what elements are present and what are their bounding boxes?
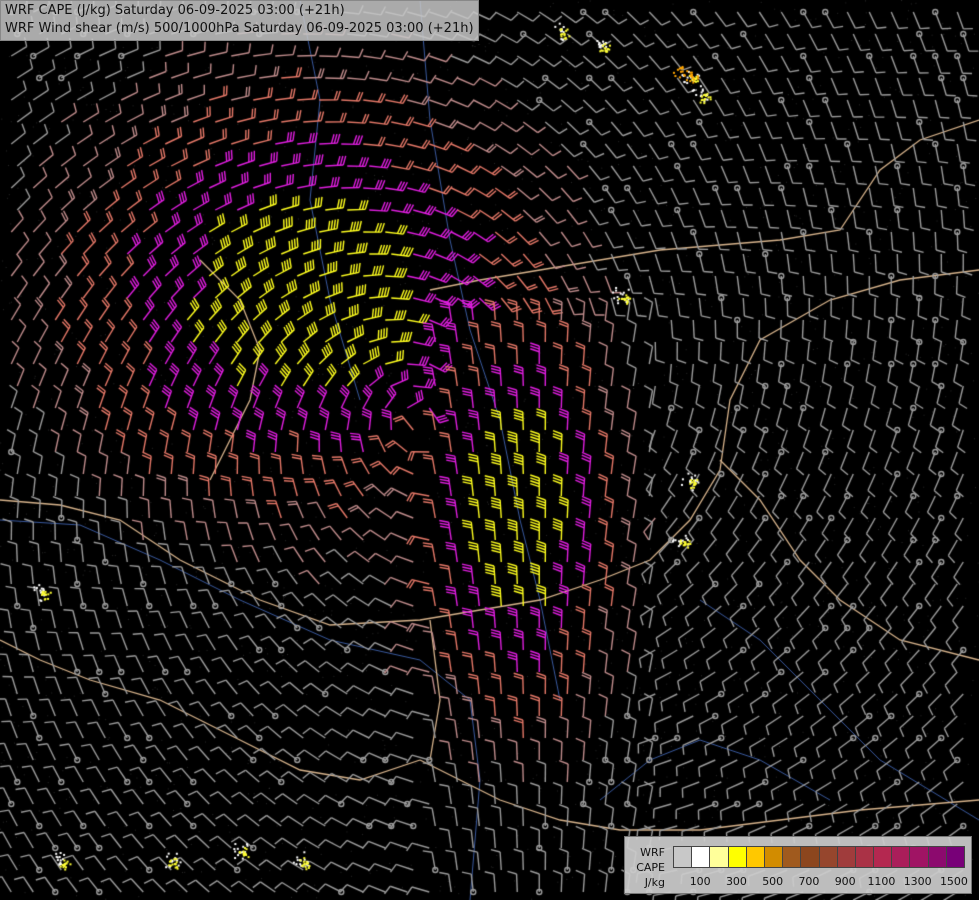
legend-swatch (837, 847, 856, 867)
legend-tick: 100 (689, 875, 711, 888)
legend-unit-label: J/kg (644, 876, 665, 889)
legend-swatch (928, 847, 947, 867)
legend-swatch (674, 847, 693, 867)
legend-swatch (892, 847, 911, 867)
map-title: WRF CAPE (J/kg) Saturday 06-09-2025 03:0… (0, 0, 479, 41)
legend-tick: 900 (834, 875, 856, 888)
legend-tick: 1100 (867, 875, 896, 888)
legend-tick: 500 (762, 875, 784, 888)
legend-tick: 1500 (939, 875, 968, 888)
legend-swatch (783, 847, 802, 867)
legend-variable-label: CAPE (636, 861, 665, 874)
legend-color-bar (673, 846, 965, 868)
legend-swatch (692, 847, 711, 867)
legend-swatch (855, 847, 875, 867)
legend-swatch (946, 847, 964, 867)
wind-shear-cape-map (0, 0, 979, 900)
shear-title: WRF Wind shear (m/s) 500/1000hPa Saturda… (5, 21, 474, 36)
legend-tick: 1300 (903, 875, 932, 888)
legend-model-label: WRF (640, 846, 665, 859)
legend-swatch (874, 847, 893, 867)
legend-swatch (764, 847, 784, 867)
legend-swatch (728, 847, 747, 867)
legend-swatch (710, 847, 729, 867)
cape-legend: WRF CAPE J/kg 100 300 500 700 900 1100 1300 150… (624, 836, 972, 894)
legend-tick: 700 (798, 875, 820, 888)
legend-swatch (801, 847, 820, 867)
legend-swatch (746, 847, 765, 867)
cape-title: WRF CAPE (J/kg) Saturday 06-09-2025 03:0… (5, 3, 345, 18)
legend-swatch (819, 847, 838, 867)
legend-tick-labels: 100 300 500 700 900 1100 1300 1500 (673, 875, 968, 889)
legend-tick: 300 (725, 875, 747, 888)
legend-swatch (910, 847, 929, 867)
